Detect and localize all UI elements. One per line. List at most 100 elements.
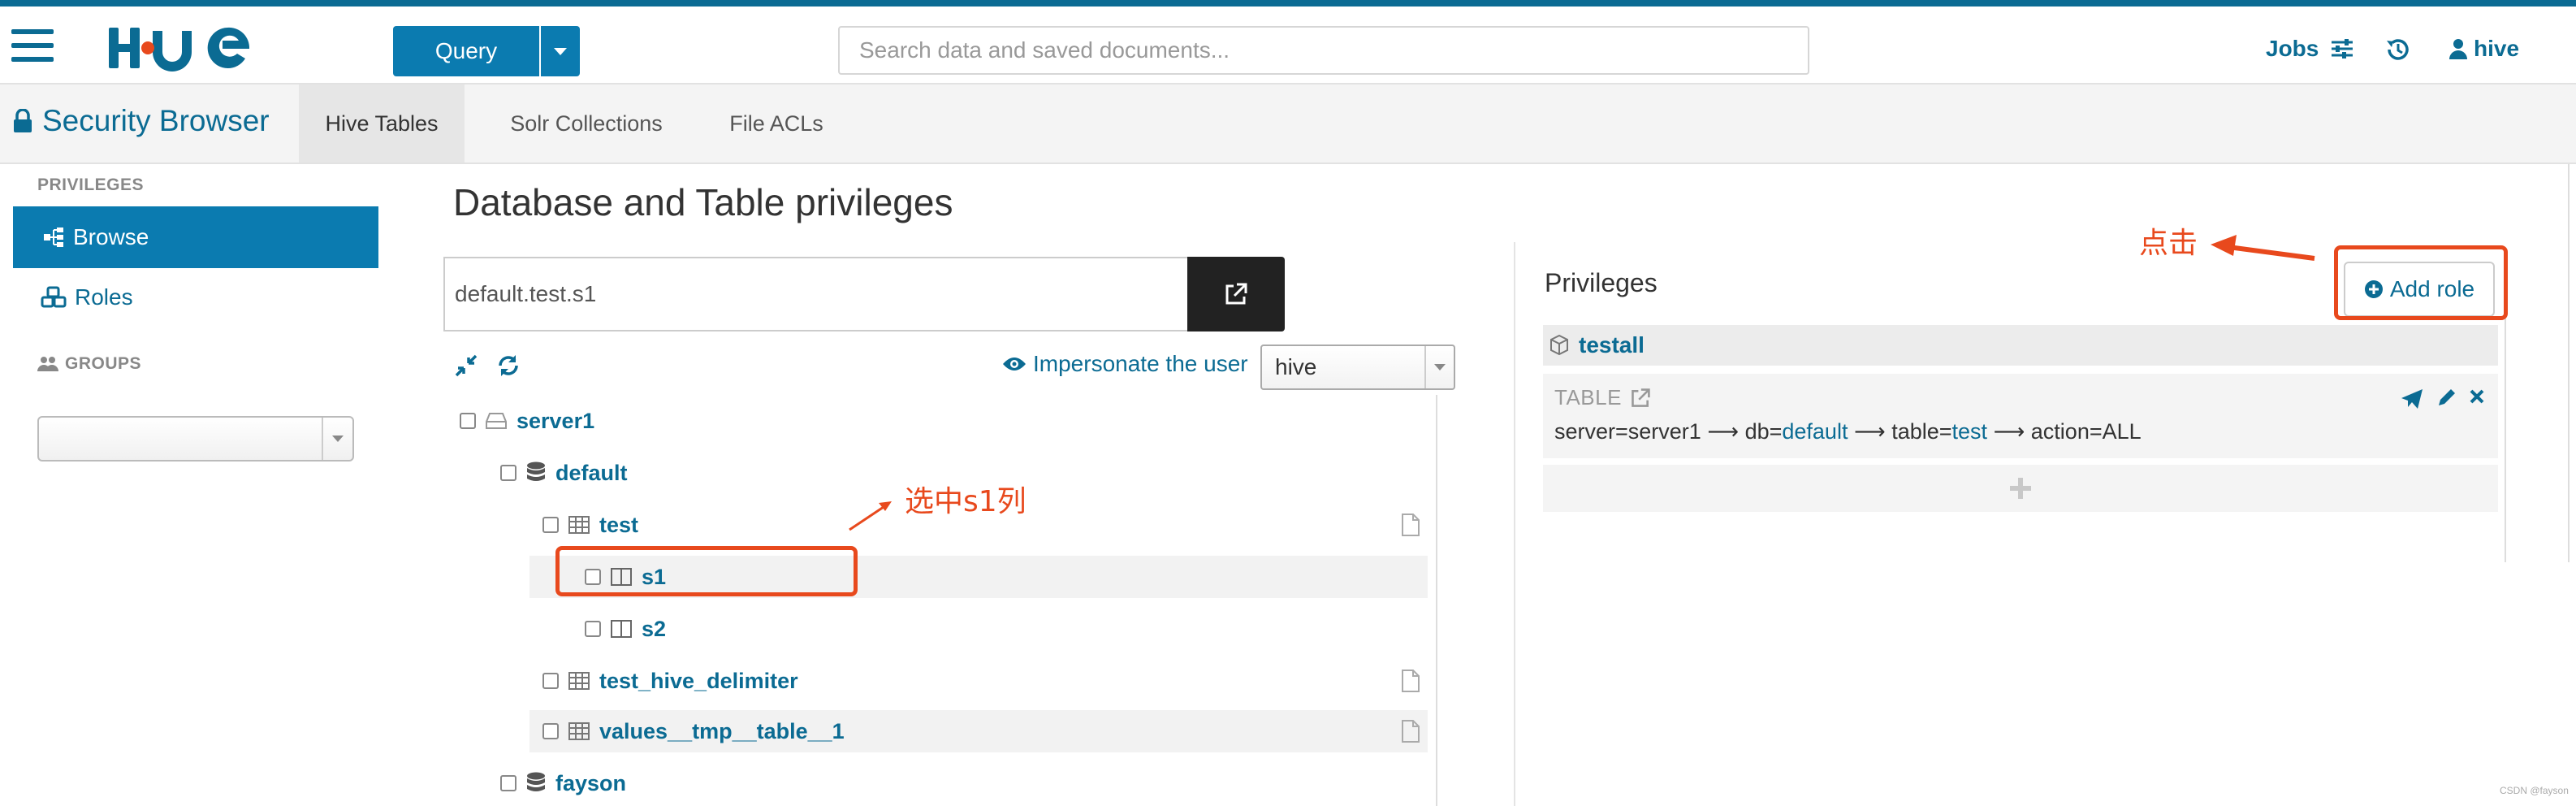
tree-node-label: values__tmp__table__1: [599, 718, 845, 743]
tab-file-acls[interactable]: File ACLs: [710, 84, 843, 162]
server-icon: [486, 413, 507, 429]
tree-node-label: server1: [516, 408, 595, 433]
table-icon: [568, 672, 590, 690]
tree-node-test[interactable]: test: [542, 504, 638, 546]
sidebar: PRIVILEGES Browse Roles GROUPS: [0, 164, 395, 806]
tree-node-label: test_hive_delimiter: [599, 668, 798, 693]
add-privilege-row[interactable]: [1543, 465, 2498, 512]
page-title: Database and Table privileges: [453, 181, 953, 223]
document-icon[interactable]: [1402, 670, 1420, 692]
groups-header: GROUPS: [37, 354, 141, 374]
tree-node-values-tmp-table-1[interactable]: values__tmp__table__1: [542, 710, 845, 752]
tree-node-s2[interactable]: s2: [585, 608, 666, 650]
users-icon: [37, 357, 58, 371]
hamburger-menu-icon[interactable]: [11, 29, 54, 62]
table-icon: [568, 722, 590, 740]
global-search-input[interactable]: Search data and saved documents...: [838, 26, 1809, 75]
arrow-right-icon: ⟶: [1707, 419, 1745, 444]
select-arrow: [1424, 346, 1454, 388]
privileges-header-label: PRIVILEGES: [37, 176, 145, 194]
cubes-icon: [41, 286, 67, 308]
sidebar-item-browse[interactable]: Browse: [13, 206, 378, 268]
tree-checkbox[interactable]: [500, 465, 516, 481]
panel-divider: [1514, 242, 1515, 806]
select-arrow: [322, 418, 352, 460]
tree-checkbox[interactable]: [542, 723, 559, 739]
role-header[interactable]: testall: [1543, 325, 2498, 366]
groups-select[interactable]: [37, 416, 354, 462]
hue-logo[interactable]: [106, 23, 268, 73]
annotation-select-note: 选中s1列: [905, 485, 1027, 518]
tree-node-test-hive-delimiter[interactable]: test_hive_delimiter: [542, 660, 798, 702]
privilege-type: TABLE: [1554, 385, 1651, 410]
eye-icon: [1003, 358, 1026, 370]
send-icon[interactable]: [2401, 388, 2423, 410]
privilege-path: server=server1 ⟶ db=default ⟶ table=test…: [1554, 419, 2142, 444]
app-title-text: Security Browser: [42, 104, 270, 137]
open-path-button[interactable]: [1187, 257, 1285, 332]
privileges-header: PRIVILEGES: [37, 176, 144, 195]
refresh-icon[interactable]: [495, 353, 521, 379]
document-icon[interactable]: [1402, 720, 1420, 743]
history-icon[interactable]: [2384, 36, 2412, 63]
privileges-title: Privileges: [1545, 268, 1658, 297]
tree-node-server1[interactable]: server1: [460, 400, 594, 442]
groups-header-label: GROUPS: [65, 354, 142, 373]
user-name: hive: [2474, 36, 2520, 61]
impersonate-user-select[interactable]: hive: [1260, 344, 1455, 390]
tree-node-fayson[interactable]: fayson: [500, 762, 626, 804]
jobs-button[interactable]: Jobs: [2266, 36, 2354, 62]
privilege-db-key: db=: [1744, 419, 1783, 444]
annotation-highlight-s1: [555, 546, 858, 596]
plus-icon: [2010, 478, 2031, 499]
tree-checkbox[interactable]: [585, 621, 601, 637]
sidebar-item-label: Browse: [73, 224, 149, 249]
tree-checkbox[interactable]: [460, 413, 476, 429]
tree-node-label: default: [555, 460, 628, 485]
cube-icon: [1550, 335, 1568, 356]
privilege-table-key: table=: [1891, 419, 1952, 444]
query-button[interactable]: Query: [393, 26, 539, 76]
app-title[interactable]: Security Browser: [13, 104, 270, 138]
privilege-card: TABLE server=server1 ⟶ db=default ⟶ tabl…: [1543, 374, 2498, 458]
collapse-icon[interactable]: [453, 353, 479, 379]
app-subnav: Security Browser Hive Tables Solr Collec…: [0, 84, 2576, 164]
tree-checkbox[interactable]: [542, 673, 559, 689]
impersonate-user-link[interactable]: Impersonate the user: [1002, 351, 1248, 377]
pencil-icon[interactable]: [2436, 388, 2456, 408]
role-name: testall: [1579, 332, 1645, 358]
tab-hive-tables[interactable]: Hive Tables: [299, 84, 465, 162]
user-menu[interactable]: hive: [2449, 36, 2519, 62]
privilege-action: action=ALL: [2030, 419, 2142, 444]
close-icon[interactable]: [2469, 388, 2485, 405]
privilege-table-link[interactable]: test: [1952, 419, 1988, 444]
page-scrollbar-edge: [2568, 164, 2570, 562]
query-dropdown-toggle[interactable]: [541, 26, 580, 76]
top-navbar: Query Search data and saved documents...…: [0, 6, 2576, 84]
tree-checkbox[interactable]: [500, 775, 516, 791]
annotation-click-note: 点击: [2139, 227, 2198, 260]
column-icon: [611, 620, 632, 638]
tree-scrollbar[interactable]: [1436, 395, 1437, 806]
impersonate-label: Impersonate the user: [1033, 351, 1248, 376]
path-input[interactable]: default.test.s1: [443, 257, 1187, 332]
document-icon[interactable]: [1402, 514, 1420, 536]
sidebar-item-label: Roles: [75, 284, 133, 310]
database-icon: [527, 462, 545, 481]
caret-down-icon: [554, 47, 567, 55]
impersonate-user-value: hive: [1275, 354, 1317, 379]
watermark: CSDN @fayson: [2500, 785, 2569, 796]
privilege-server: server=server1: [1554, 419, 1701, 444]
chevron-down-icon: [1434, 364, 1446, 370]
arrow-right-icon: ⟶: [1993, 419, 2031, 444]
privilege-db-link[interactable]: default: [1782, 419, 1848, 444]
sliders-icon: [2332, 39, 2353, 58]
tab-solr-collections[interactable]: Solr Collections: [487, 84, 685, 162]
sidebar-item-roles[interactable]: Roles: [41, 284, 133, 310]
arrow-right-icon: ⟶: [1853, 419, 1892, 444]
user-icon: [2449, 39, 2467, 59]
tree-node-default[interactable]: default: [500, 452, 628, 494]
table-icon: [568, 516, 590, 534]
tree-checkbox[interactable]: [542, 517, 559, 533]
external-link-icon[interactable]: [1630, 388, 1651, 409]
